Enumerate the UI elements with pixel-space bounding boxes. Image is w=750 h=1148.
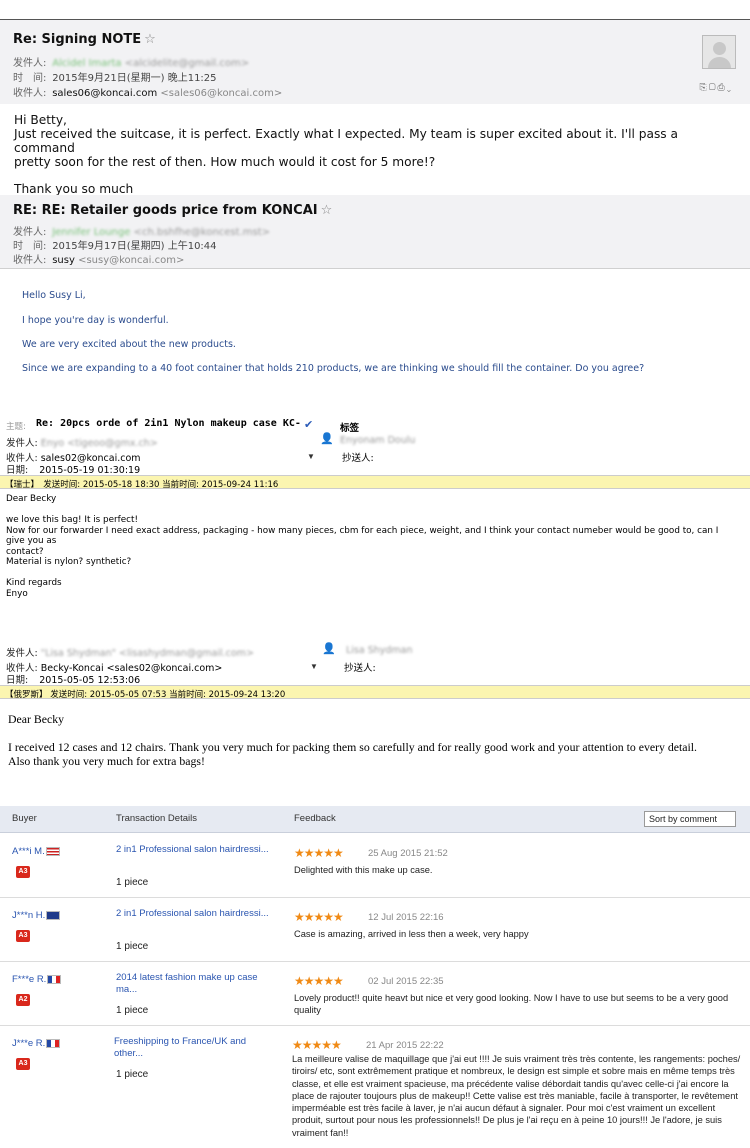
- rating-stars: ★★★★★: [294, 974, 344, 988]
- recipient-name[interactable]: susy: [52, 255, 75, 266]
- buyer-name[interactable]: F***e R.: [12, 974, 62, 985]
- date-row: 日期: 2015-05-05 12:53:06: [6, 675, 141, 686]
- email-subject: Re: 20pcs orde of 2in1 Nylon makeup case…: [36, 418, 301, 429]
- quantity: 1 piece: [116, 1005, 149, 1016]
- flag-fr-icon: [47, 974, 62, 984]
- toolbar-icons[interactable]: ⎘▢⎙⌄: [699, 82, 733, 93]
- flag-us-icon: [45, 846, 60, 856]
- feedback-date: 02 Jul 2015 22:35: [368, 976, 444, 987]
- table-row: A***i M. A3 2 in1 Professional salon hai…: [0, 834, 750, 898]
- recipient-email: <sales06@koncai.com>: [160, 88, 283, 99]
- table-row: J***n H. A3 2 in1 Professional salon hai…: [0, 898, 750, 962]
- flag-au-icon: [46, 910, 61, 920]
- sender-email[interactable]: Enyo <tigeoo@gmx.ch>: [41, 438, 158, 449]
- column-transaction: Transaction Details: [116, 813, 197, 824]
- quantity: 1 piece: [116, 877, 149, 888]
- sender-row: 发件人: Alcidel Imarta <alcidelite@gmail.co…: [13, 58, 250, 69]
- feedback-comment: La meilleure valise de maquillage que j'…: [292, 1054, 741, 1138]
- level-badge: A3: [16, 866, 30, 878]
- subject-label: 主题:: [6, 422, 26, 432]
- buyer-name[interactable]: J***e R.: [12, 1038, 61, 1049]
- rating-stars: ★★★★★: [294, 846, 344, 860]
- contact-icon[interactable]: 👤: [322, 642, 336, 655]
- send-time-bar: 【瑞士】 发送时间: 2015-05-18 18:30 当前时间: 2015-0…: [0, 475, 750, 490]
- sender-row: 发件人: Jennifer Lounge <ch.bshfhe@koncest.…: [13, 227, 270, 238]
- column-feedback: Feedback: [294, 813, 336, 824]
- recipient-email: <susy@koncai.com>: [78, 255, 185, 266]
- send-time-bar: 【俄罗斯】 发送时间: 2015-05-05 07:53 当前时间: 2015-…: [0, 685, 750, 700]
- time-value: 2015年9月21日(星期一) 晚上11:25: [52, 73, 217, 84]
- dropdown-arrow-icon[interactable]: ▼: [310, 662, 318, 671]
- sender-display: Lisa Shydman: [346, 645, 413, 656]
- email-header-2: RE: RE: Retailer goods price from KONCAI…: [0, 195, 750, 269]
- reply-icon[interactable]: ⎘: [699, 82, 708, 92]
- time-row: 时 间: 2015年9月17日(星期四) 上午10:44: [13, 241, 217, 252]
- recipient-row: 收件人: susy <susy@koncai.com>: [13, 255, 185, 266]
- level-badge: A3: [16, 930, 30, 942]
- buyer-name[interactable]: J***n H.: [12, 910, 61, 921]
- sender-email: <alcidelite@gmail.com>: [124, 58, 250, 69]
- feedback-date: 12 Jul 2015 22:16: [368, 912, 444, 923]
- contact-icon[interactable]: 👤: [320, 432, 334, 445]
- product-link[interactable]: 2 in1 Professional salon hairdressi...: [116, 844, 276, 856]
- star-icon[interactable]: ☆: [321, 203, 333, 218]
- sender-name[interactable]: Alcidel Imarta: [52, 58, 121, 69]
- product-link[interactable]: 2014 latest fashion make up case ma...: [116, 972, 276, 996]
- sort-select[interactable]: Sort by comment: [644, 811, 736, 827]
- column-buyer: Buyer: [12, 813, 37, 824]
- email-body-4: Dear Becky I received 12 cases and 12 ch…: [8, 712, 698, 768]
- table-row: J***e R. A3 Freeshipping to France/UK an…: [0, 1026, 750, 1148]
- cc-label: 抄送人:: [344, 663, 376, 674]
- print-icon[interactable]: ⎙: [718, 82, 727, 92]
- email-subject: Re: Signing NOTE ☆: [13, 32, 156, 47]
- tag-label[interactable]: 标签: [340, 420, 359, 434]
- feedback-comment: Case is amazing, arrived in less then a …: [294, 929, 529, 939]
- email-header-1: Re: Signing NOTE ☆ 发件人: Alcidel Imarta <a…: [0, 19, 750, 104]
- sender-row: 发件人: "Lisa Shydman" <lisashydman@gmail.c…: [6, 648, 254, 659]
- product-link[interactable]: 2 in1 Professional salon hairdressi...: [116, 908, 276, 920]
- quantity: 1 piece: [116, 941, 149, 952]
- rating-stars: ★★★★★: [294, 910, 344, 924]
- sender-email[interactable]: "Lisa Shydman" <lisashydman@gmail.com>: [41, 648, 254, 659]
- level-badge: A3: [16, 1058, 30, 1070]
- product-link[interactable]: Freeshipping to France/UK and other...: [114, 1036, 274, 1060]
- avatar: [702, 35, 736, 69]
- table-row: F***e R. A2 2014 latest fashion make up …: [0, 962, 750, 1026]
- feedback-comment: Lovely product!! quite heavt but nice et…: [294, 993, 729, 1016]
- dropdown-arrow-icon[interactable]: ▼: [307, 452, 315, 461]
- star-icon[interactable]: ☆: [144, 32, 156, 47]
- time-row: 时 间: 2015年9月21日(星期一) 晚上11:25: [13, 73, 217, 84]
- level-badge: A2: [16, 994, 30, 1006]
- sender-display: Enyonam Doulu: [340, 435, 416, 446]
- feedback-comment: Delighted with this make up case.: [294, 865, 433, 875]
- date-row: 日期: 2015-05-19 01:30:19: [6, 465, 141, 476]
- quantity: 1 piece: [116, 1069, 149, 1080]
- email-body-1: Hi Betty, Just received the suitcase, it…: [14, 113, 679, 196]
- recipient-name[interactable]: sales06@koncai.com: [52, 88, 157, 99]
- new-window-icon[interactable]: ▢: [709, 82, 718, 92]
- email-body-3: Dear Becky we love this bag! It is perfe…: [6, 494, 719, 599]
- check-icon[interactable]: ✔: [304, 418, 313, 431]
- cc-label: 抄送人:: [342, 453, 374, 464]
- feedback-date: 25 Aug 2015 21:52: [368, 848, 448, 859]
- feedback-date: 21 Apr 2015 22:22: [366, 1040, 444, 1051]
- feedback-table-header: Buyer Transaction Details Feedback Sort …: [0, 806, 750, 833]
- rating-stars: ★★★★★: [292, 1038, 342, 1052]
- email-subject: RE: RE: Retailer goods price from KONCAI…: [13, 203, 333, 218]
- buyer-name[interactable]: A***i M.: [12, 846, 60, 857]
- chevron-down-icon[interactable]: ⌄: [727, 82, 733, 92]
- recipient-row: 收件人: sales06@koncai.com <sales06@koncai.…: [13, 88, 283, 99]
- flag-fr-icon: [46, 1038, 61, 1048]
- sender-row: 发件人: Enyo <tigeoo@gmx.ch>: [6, 438, 158, 449]
